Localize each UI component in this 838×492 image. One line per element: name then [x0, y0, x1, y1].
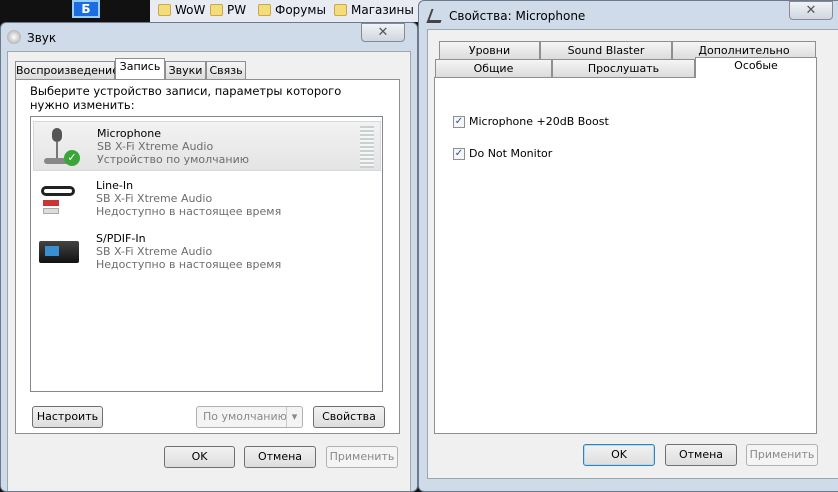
checkmark-icon: ✓ — [453, 147, 465, 160]
tab-levels[interactable]: Уровни — [439, 41, 540, 59]
device-list: ✓ Microphone SB X-Fi Xtreme Audio Устрой… — [30, 116, 383, 392]
taskbar-app-icon[interactable]: Б — [72, 0, 100, 18]
microphone-icon — [426, 9, 446, 23]
device-name: Microphone — [97, 127, 162, 140]
close-button[interactable]: ✕ — [789, 1, 833, 20]
option-label: Microphone +20dB Boost — [469, 115, 609, 128]
tab-recording[interactable]: Запись — [115, 58, 165, 79]
tab-communications[interactable]: Связь — [206, 61, 246, 79]
bookmark-pw[interactable]: PW — [210, 3, 246, 17]
folder-icon — [210, 4, 223, 16]
tab-general[interactable]: Общие — [435, 59, 552, 77]
device-driver: SB X-Fi Xtreme Audio — [96, 245, 213, 258]
properties-button[interactable]: Свойства — [313, 406, 385, 428]
bookmark-wow[interactable]: WoW — [158, 3, 205, 17]
level-meter — [360, 126, 374, 168]
device-name: Line-In — [96, 179, 134, 192]
apply-button[interactable]: Применить — [746, 444, 818, 466]
set-default-label: По умолчанию — [203, 410, 287, 423]
device-item-spdif-in[interactable]: S/PDIF-In SB X-Fi Xtreme Audio Недоступн… — [33, 227, 381, 277]
device-status: Устройство по умолчанию — [97, 153, 250, 166]
sound-window: Звук ✕ Воспроизведение Запись Звуки Связ… — [0, 22, 418, 492]
window-title: Свойства: Microphone — [449, 9, 586, 23]
device-driver: SB X-Fi Xtreme Audio — [96, 192, 213, 205]
checkmark-icon: ✓ — [453, 115, 465, 128]
chevron-down-icon: ▾ — [286, 407, 302, 427]
device-item-microphone[interactable]: ✓ Microphone SB X-Fi Xtreme Audio Устрой… — [33, 121, 381, 171]
configure-button[interactable]: Настроить — [32, 406, 103, 428]
device-status: Недоступно в настоящее время — [96, 258, 282, 271]
bookmark-label: Магазины — [351, 3, 414, 17]
cancel-button[interactable]: Отмена — [244, 446, 316, 468]
recording-panel: Выберите устройство записи, параметры ко… — [15, 79, 400, 434]
speaker-icon — [7, 30, 21, 44]
client-area: Воспроизведение Запись Звуки Связь Выбер… — [7, 51, 411, 491]
device-name: S/PDIF-In — [96, 232, 146, 245]
device-driver: SB X-Fi Xtreme Audio — [97, 140, 214, 153]
microphone-icon: ✓ — [38, 126, 84, 168]
device-item-line-in[interactable]: Line-In SB X-Fi Xtreme Audio Недоступно … — [33, 174, 381, 224]
client-area: Уровни Sound Blaster Дополнительно Общие… — [427, 29, 838, 479]
instruction-text: Выберите устройство записи, параметры ко… — [30, 84, 342, 112]
option-label: Do Not Monitor — [469, 147, 553, 160]
device-status: Недоступно в настоящее время — [96, 205, 282, 218]
line-in-cable-icon — [37, 178, 83, 220]
close-button[interactable]: ✕ — [361, 23, 405, 42]
bookmark-shops[interactable]: Магазины — [334, 3, 414, 17]
ok-button[interactable]: OK — [583, 444, 655, 466]
ok-button[interactable]: OK — [164, 446, 235, 468]
do-not-monitor-checkbox[interactable]: ✓ Do Not Monitor — [453, 147, 552, 160]
tab-listen[interactable]: Прослушать — [552, 59, 695, 77]
folder-icon — [334, 4, 347, 16]
properties-window: Свойства: Microphone ✕ Уровни Sound Blas… — [418, 0, 838, 492]
folder-icon — [258, 4, 271, 16]
bookmark-forums[interactable]: Форумы — [258, 3, 326, 17]
tab-custom[interactable]: Особые — [695, 57, 817, 78]
bookmark-label: PW — [227, 3, 247, 17]
set-default-dropdown[interactable]: По умолчанию ▾ — [196, 406, 303, 428]
mic-boost-checkbox[interactable]: ✓ Microphone +20dB Boost — [453, 115, 609, 128]
window-title: Звук — [27, 31, 57, 45]
bookmark-label: WoW — [175, 3, 206, 17]
tab-sounds[interactable]: Звуки — [165, 61, 206, 79]
bookmark-label: Форумы — [275, 3, 326, 17]
tab-playback[interactable]: Воспроизведение — [15, 61, 119, 79]
tab-sound-blaster[interactable]: Sound Blaster — [540, 41, 672, 59]
apply-button[interactable]: Применить — [326, 446, 398, 468]
custom-panel: ✓ Microphone +20dB Boost ✓ Do Not Monitor — [434, 77, 817, 434]
folder-icon — [158, 4, 171, 16]
spdif-device-icon — [37, 231, 83, 273]
cancel-button[interactable]: Отмена — [665, 444, 737, 466]
